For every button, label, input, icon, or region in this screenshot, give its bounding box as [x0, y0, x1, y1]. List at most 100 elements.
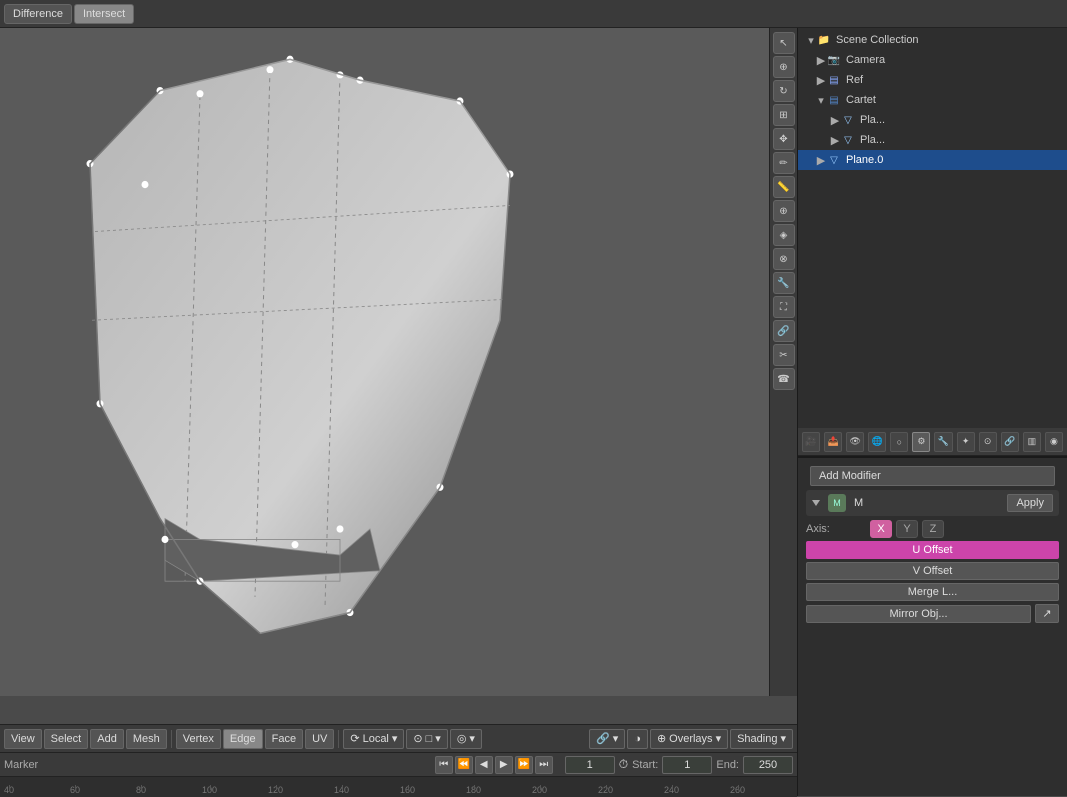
mirror-extra-button[interactable]: ↗: [1035, 604, 1059, 623]
intersect-button[interactable]: Intersect: [74, 4, 134, 24]
mirror-object-button[interactable]: Mirror Obj...: [806, 605, 1031, 623]
ruler-tick-60: 60: [70, 785, 80, 797]
difference-button[interactable]: Difference: [4, 4, 72, 24]
tool-transform-icon[interactable]: ✥: [773, 128, 795, 150]
tool-move-icon[interactable]: ⊕: [773, 56, 795, 78]
bottom-toolbar: View Select Add Mesh Vertex Edge Face UV…: [0, 724, 797, 752]
props-particles-icon[interactable]: ✦: [957, 432, 975, 452]
timeline-bar: Marker ⏮ ⏪ ◀ ▶ ⏩ ⏭ 1 ⏱ Start: 1 End: 250…: [0, 752, 797, 796]
vertex-button[interactable]: Vertex: [176, 729, 221, 749]
proportional-chevron-icon: ▾: [469, 732, 475, 745]
jump-end-button[interactable]: ⏭: [535, 756, 553, 774]
timeline-ruler[interactable]: 40 60 80 100 120 140 160 180 200 220 240…: [0, 777, 797, 797]
axis-label: Axis:: [806, 523, 866, 535]
left-sidebar-tools: ↖ ⊕ ↻ ⊞ ✥ ✏ 📏 ⊕ ◈ ⊗ 🔧 ⛶ 🔗 ✂ ☎: [769, 28, 797, 696]
v-offset-button[interactable]: V Offset: [806, 562, 1059, 580]
overlays-chevron-icon: ▾: [716, 732, 722, 745]
outliner-item-plane3[interactable]: ▶ ▽ Plane.0: [798, 150, 1067, 170]
add-modifier-button[interactable]: Add Modifier: [810, 466, 1055, 486]
tool-extra6-icon[interactable]: ✂: [773, 344, 795, 366]
shading-label: Shading: [737, 733, 777, 745]
tool-cursor-icon[interactable]: ↖: [773, 32, 795, 54]
end-frame-field[interactable]: 250: [743, 756, 793, 774]
right-panel: ☰ 🔍 ⊞ ⊕ ▾ 📁 Scene Collection ▶ 📷 Camera …: [797, 0, 1067, 796]
face-button[interactable]: Face: [265, 729, 303, 749]
axis-x-button[interactable]: X: [870, 520, 892, 538]
overlays-dropdown[interactable]: ⊕ Overlays ▾: [650, 729, 728, 749]
tool-extra3-icon[interactable]: 🔧: [773, 272, 795, 294]
gizmo-chevron-icon: ▾: [613, 732, 619, 745]
tool-measure-icon[interactable]: 📏: [773, 176, 795, 198]
viewport-shading-solid[interactable]: ◑: [627, 729, 648, 749]
jump-start-button[interactable]: ⏮: [435, 756, 453, 774]
snap-dropdown[interactable]: ⊙ □ ▾: [406, 729, 447, 749]
play-button[interactable]: ▶: [495, 756, 513, 774]
current-frame-field[interactable]: 1: [565, 756, 615, 774]
props-world-icon[interactable]: ○: [890, 432, 908, 452]
modifier-type-letter: M: [833, 498, 841, 508]
tool-extra2-icon[interactable]: ⊗: [773, 248, 795, 270]
shading-dropdown[interactable]: Shading ▾: [730, 729, 793, 749]
mesh-button[interactable]: Mesh: [126, 729, 167, 749]
props-object-icon[interactable]: ⚙: [912, 432, 930, 452]
modifier-header: M M Apply: [806, 490, 1059, 516]
timer-icon: ⏱: [619, 757, 628, 772]
props-output-icon[interactable]: 📤: [824, 432, 842, 452]
plane2-icon: ▽: [840, 132, 856, 148]
outliner-item-plane1[interactable]: ▶ ▽ Pla...: [798, 110, 1067, 130]
uv-button[interactable]: UV: [305, 729, 334, 749]
gizmo-dropdown[interactable]: 🔗 ▾: [589, 729, 625, 749]
view-button[interactable]: View: [4, 729, 42, 749]
tool-scale-icon[interactable]: ⊞: [773, 104, 795, 126]
camera-label: Camera: [846, 54, 885, 66]
u-offset-button[interactable]: U Offset: [806, 541, 1059, 559]
snap-chevron-icon: ▾: [435, 732, 441, 745]
tool-extra1-icon[interactable]: ◈: [773, 224, 795, 246]
end-label: End:: [716, 759, 739, 771]
add-button[interactable]: Add: [90, 729, 124, 749]
tool-extra7-icon[interactable]: ☎: [773, 368, 795, 390]
props-material-icon[interactable]: ◉: [1045, 432, 1063, 452]
merge-limit-button[interactable]: Merge L...: [806, 583, 1059, 601]
tool-rotate-icon[interactable]: ↻: [773, 80, 795, 102]
properties-panel: Add Modifier M M Apply Axis: X Y Z: [798, 456, 1067, 796]
props-render-icon[interactable]: 🎥: [802, 432, 820, 452]
step-forward-button[interactable]: ⏩: [515, 756, 533, 774]
start-frame-field[interactable]: 1: [662, 756, 712, 774]
ruler-tick-260: 260: [730, 785, 745, 797]
proportional-dropdown[interactable]: ◎ ▾: [450, 729, 482, 749]
axis-y-button[interactable]: Y: [896, 520, 918, 538]
play-back-button[interactable]: ◀: [475, 756, 493, 774]
props-view-icon[interactable]: 👁: [846, 432, 864, 452]
outliner-item-ref[interactable]: ▶ ▤ Ref: [798, 70, 1067, 90]
transform-space-icon: ⟳: [350, 732, 359, 745]
edge-button[interactable]: Edge: [223, 729, 263, 749]
axis-z-button[interactable]: Z: [922, 520, 944, 538]
gizmo-icon: 🔗: [596, 732, 610, 745]
modifier-section: Add Modifier M M Apply Axis: X Y Z: [798, 458, 1067, 630]
ruler-tick-160: 160: [400, 785, 415, 797]
ruler-tick-220: 220: [598, 785, 613, 797]
props-data-icon[interactable]: ▥: [1023, 432, 1041, 452]
props-scene-icon[interactable]: 🌐: [868, 432, 886, 452]
tool-annotate-icon[interactable]: ✏: [773, 152, 795, 174]
apply-button[interactable]: Apply: [1007, 494, 1053, 512]
step-back-button[interactable]: ⏪: [455, 756, 473, 774]
props-physics-icon[interactable]: ⊙: [979, 432, 997, 452]
outliner-item-cartet[interactable]: ▾ ▤ Cartet: [798, 90, 1067, 110]
tool-extra5-icon[interactable]: 🔗: [773, 320, 795, 342]
ruler-tick-200: 200: [532, 785, 547, 797]
outliner-item-scene-collection[interactable]: ▾ 📁 Scene Collection: [798, 30, 1067, 50]
cartet-label: Cartet: [846, 94, 876, 106]
tool-add-icon[interactable]: ⊕: [773, 200, 795, 222]
transform-space-dropdown[interactable]: ⟳ Local ▾: [343, 729, 404, 749]
add-modifier-label: Add Modifier: [819, 470, 881, 482]
proportional-icon: ◎: [457, 732, 467, 745]
outliner-item-plane2[interactable]: ▶ ▽ Pla...: [798, 130, 1067, 150]
solid-shading-icon: ◑: [634, 733, 641, 745]
outliner-item-camera[interactable]: ▶ 📷 Camera: [798, 50, 1067, 70]
props-modifier-icon[interactable]: 🔧: [934, 432, 952, 452]
select-button[interactable]: Select: [44, 729, 89, 749]
props-constraints-icon[interactable]: 🔗: [1001, 432, 1019, 452]
tool-extra4-icon[interactable]: ⛶: [773, 296, 795, 318]
